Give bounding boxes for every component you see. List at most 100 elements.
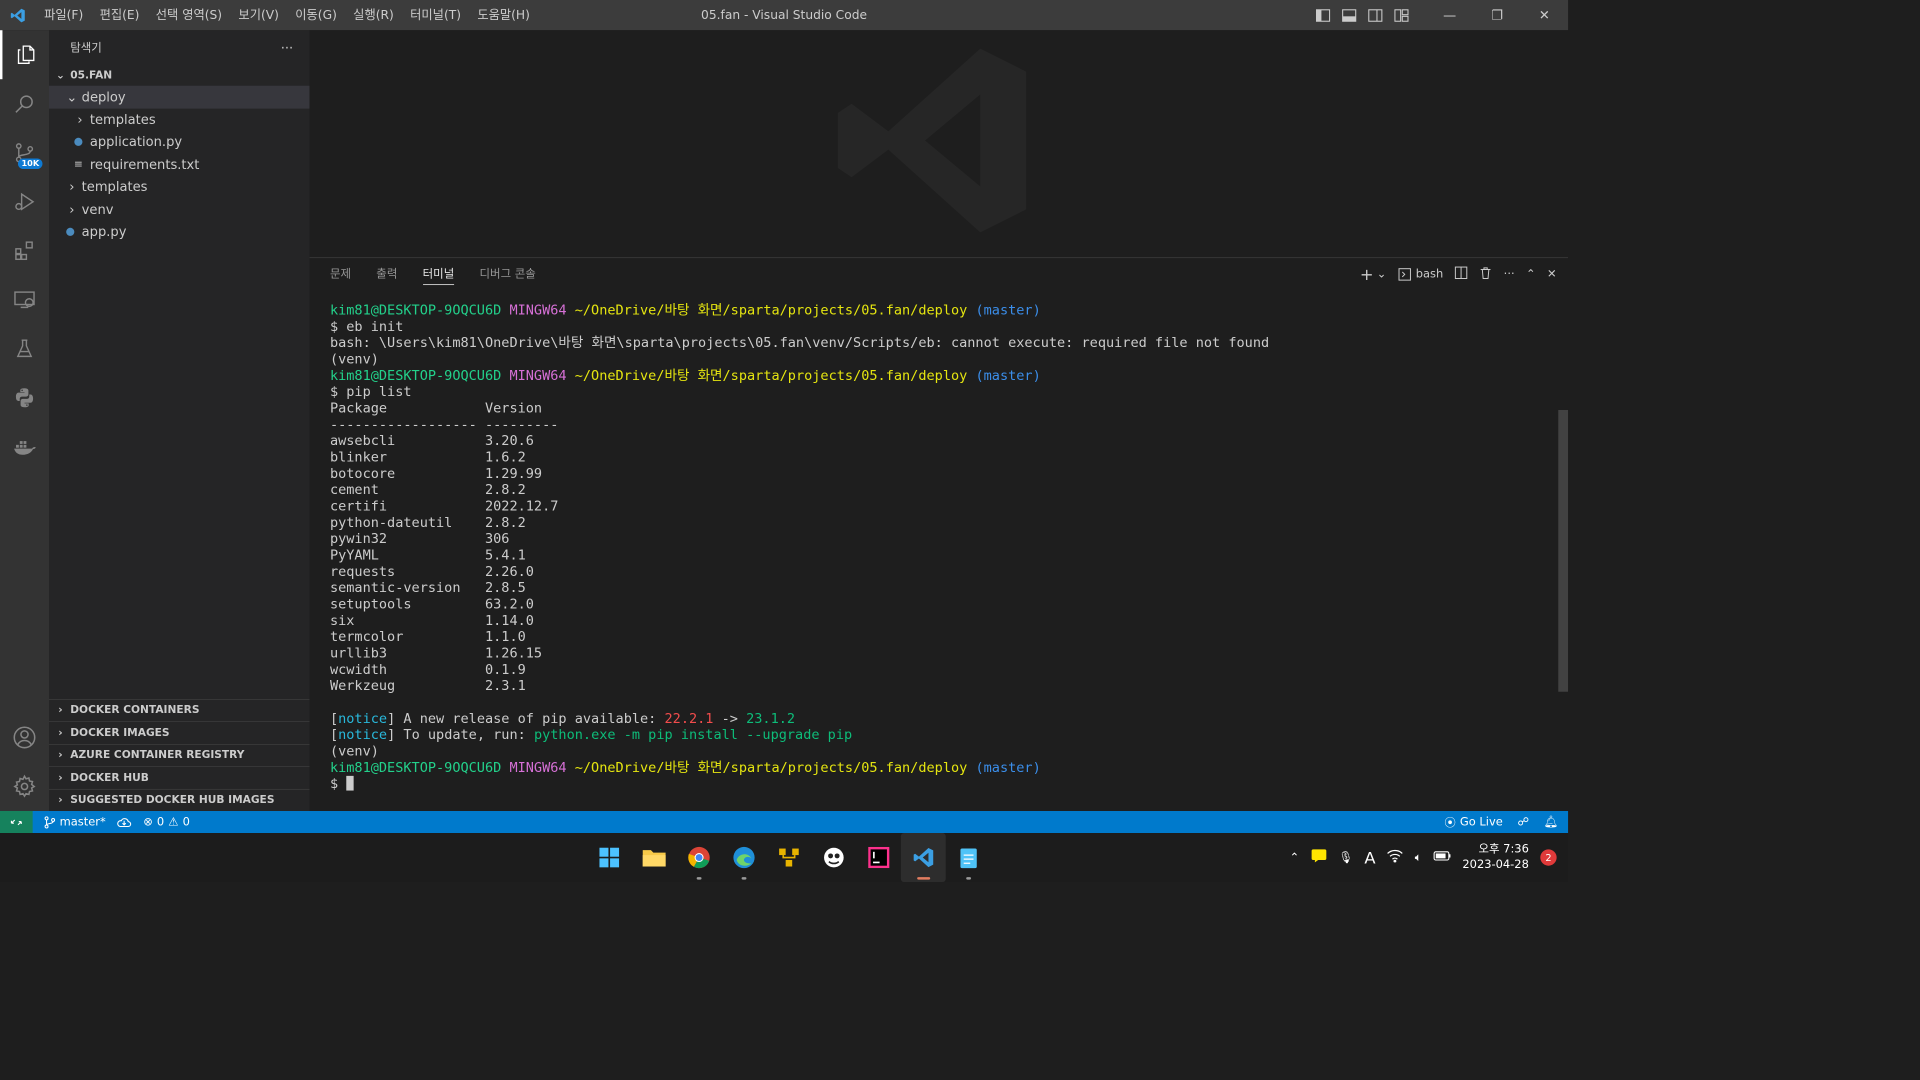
clock[interactable]: 오후 7:36 2023-04-28 (1462, 842, 1528, 873)
workspace-root[interactable]: ⌄ 05.FAN (49, 65, 310, 86)
section-docker-images[interactable]: › DOCKER IMAGES (49, 721, 310, 743)
section-docker-hub[interactable]: › DOCKER HUB (49, 766, 310, 788)
terminal-input-line[interactable]: $ (330, 775, 1269, 792)
toggle-secondary-sidebar-icon[interactable] (1362, 0, 1388, 30)
branch-indicator[interactable]: master* (44, 815, 106, 829)
menu-selection[interactable]: 선택 영역(S) (148, 0, 231, 30)
source-control-icon[interactable]: 10K (0, 128, 49, 177)
search-icon[interactable] (0, 79, 49, 128)
toggle-primary-sidebar-icon[interactable] (1310, 0, 1336, 30)
python-icon[interactable] (0, 373, 49, 422)
restore-icon[interactable]: ❐ (1473, 0, 1520, 30)
network-app-icon[interactable] (766, 833, 811, 882)
pip-package-row: python-dateutil 2.8.2 (330, 515, 1269, 531)
microphone-icon[interactable]: 🎙︎ (1338, 851, 1353, 864)
tree-file-requirements[interactable]: ≡ requirements.txt (49, 153, 310, 175)
pip-list-header: Package Version (329, 400, 543, 416)
feedback-icon[interactable]: ☍ (1517, 815, 1529, 828)
tab-debug-console[interactable]: 디버그 콘솔 (480, 258, 536, 291)
run-debug-icon[interactable] (0, 177, 49, 226)
terminal-dropdown-chevron-icon[interactable]: ⌄ (1377, 268, 1387, 281)
system-tray: ⌃ 🎙︎ A 🔈︎ 오후 7:36 2023-04-28 2 (1290, 833, 1568, 882)
tree-folder-templates[interactable]: › templates (49, 176, 310, 198)
account-icon[interactable] (0, 713, 49, 762)
notification-count-badge[interactable]: 2 (1540, 849, 1557, 866)
vscode-logo-icon[interactable] (0, 0, 36, 30)
testing-icon[interactable] (0, 324, 49, 373)
docker-icon[interactable] (0, 422, 49, 471)
intellij-icon[interactable] (856, 833, 901, 882)
tab-output[interactable]: 출력 (376, 258, 397, 291)
chevron-right-icon: › (77, 111, 83, 128)
split-terminal-icon[interactable] (1455, 266, 1468, 282)
tree-folder-deploy-templates[interactable]: › templates (49, 108, 310, 130)
new-terminal-icon[interactable]: + (1360, 265, 1374, 285)
section-docker-containers[interactable]: › DOCKER CONTAINERS (49, 698, 310, 721)
chrome-icon[interactable] (676, 833, 721, 882)
remote-indicator-icon[interactable] (0, 810, 33, 834)
tree-folder-deploy[interactable]: ⌄ deploy (49, 85, 310, 109)
menu-terminal[interactable]: 터미널(T) (402, 0, 469, 30)
file-explorer-icon[interactable] (631, 833, 676, 882)
menu-bar: 파일(F) 편집(E) 선택 영역(S) 보기(V) 이동(G) 실행(R) 터… (36, 0, 538, 30)
menu-edit[interactable]: 편집(E) (91, 0, 147, 30)
menu-go[interactable]: 이동(G) (287, 0, 345, 30)
explorer-sidebar: 탐색기 ··· ⌄ 05.FAN ⌄ deploy › templates ● … (49, 30, 310, 811)
go-live-button[interactable]: ⦿ Go Live (1444, 814, 1502, 830)
vscode-watermark-icon (824, 30, 1045, 254)
pip-package-row: awsebcli 3.20.6 (330, 433, 1269, 449)
game-app-icon[interactable] (811, 833, 856, 882)
pip-package-row: botocore 1.29.99 (330, 466, 1269, 482)
battery-icon[interactable] (1433, 850, 1451, 865)
settings-gear-icon[interactable] (0, 762, 49, 811)
tree-folder-venv[interactable]: › venv (49, 198, 310, 220)
menu-run[interactable]: 실행(R) (345, 0, 402, 30)
section-azure-container-registry[interactable]: › AZURE CONTAINER REGISTRY (49, 743, 310, 766)
package-version: 1.1.0 (484, 628, 526, 645)
close-panel-icon[interactable]: ✕ (1547, 268, 1557, 281)
kill-terminal-trash-icon[interactable] (1479, 266, 1492, 282)
chevron-down-icon: ⌄ (66, 89, 78, 105)
ime-indicator-icon[interactable]: A (1364, 848, 1375, 868)
extensions-icon[interactable] (0, 226, 49, 275)
wifi-icon[interactable] (1387, 849, 1403, 865)
toggle-panel-icon[interactable] (1336, 0, 1362, 30)
maximize-panel-chevron-up-icon[interactable]: ⌃ (1526, 268, 1536, 281)
tab-problems[interactable]: 문제 (330, 258, 351, 291)
package-name: Werkzeug (329, 677, 396, 694)
pip-package-row: requests 2.26.0 (330, 564, 1269, 580)
minimize-icon[interactable]: — (1426, 0, 1473, 30)
terminal-scrollbar[interactable] (1558, 409, 1569, 692)
remote-explorer-icon[interactable] (0, 275, 49, 324)
kakaotalk-icon[interactable] (1311, 849, 1327, 867)
more-actions-icon[interactable]: ··· (1504, 268, 1515, 281)
tree-file-application[interactable]: ● application.py (49, 131, 310, 153)
notifications-bell-icon[interactable]: 🔔︎ (1544, 815, 1559, 828)
volume-icon[interactable]: 🔈︎ (1415, 851, 1422, 864)
close-icon[interactable]: ✕ (1521, 0, 1568, 30)
customize-layout-icon[interactable] (1388, 0, 1414, 30)
menu-help[interactable]: 도움말(H) (469, 0, 538, 30)
package-name: six (329, 612, 355, 629)
chevron-right-icon: › (58, 749, 63, 762)
section-suggested-docker-hub-images[interactable]: › SUGGESTED DOCKER HUB IMAGES (49, 788, 310, 811)
notepad-icon[interactable] (946, 833, 991, 882)
explorer-more-actions-icon[interactable]: ··· (281, 40, 293, 56)
windows-start-icon[interactable] (586, 833, 631, 882)
edge-icon[interactable] (721, 833, 766, 882)
terminal-prompt-line: kim81@DESKTOP-9OQCU6D MINGW64 ~/OneDrive… (329, 302, 1041, 318)
pip-package-list: awsebcli 3.20.6 blinker 1.6.2 botocore 1.29.9… (330, 433, 1269, 694)
menu-file[interactable]: 파일(F) (36, 0, 91, 30)
explorer-icon[interactable] (0, 30, 49, 80)
terminal-shell-selector[interactable]: bash (1398, 268, 1443, 281)
tab-terminal[interactable]: 터미널 (422, 258, 454, 291)
terminal-output[interactable]: kim81@DESKTOP-9OQCU6D MINGW64 ~/OneDrive… (330, 302, 1269, 792)
chevron-up-icon[interactable]: ⌃ (1290, 851, 1300, 864)
tree-file-app[interactable]: ● app.py (49, 221, 310, 243)
package-version: 63.2.0 (484, 596, 534, 612)
menu-view[interactable]: 보기(V) (230, 0, 287, 30)
problems-indicator[interactable]: ⊗ 0 ⚠ 0 (143, 815, 190, 828)
vscode-taskbar-icon[interactable] (900, 833, 946, 883)
bottom-panel: 문제 출력 터미널 디버그 콘솔 + ⌄ bash ··· ⌃ ✕ kim81@… (309, 257, 1569, 811)
sync-icon[interactable] (117, 816, 132, 827)
